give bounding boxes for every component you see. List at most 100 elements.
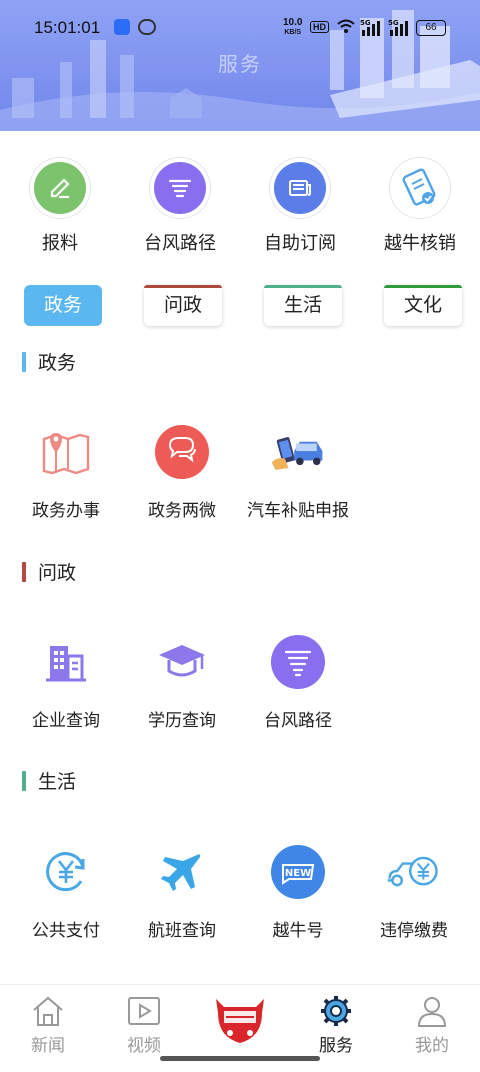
service-education-query[interactable]: 学历查询 bbox=[122, 632, 242, 731]
signal-icon: 5G bbox=[360, 19, 380, 36]
edit-icon bbox=[34, 162, 86, 214]
nav-label: 新闻 bbox=[31, 1036, 65, 1055]
chat-bubbles-icon bbox=[152, 422, 212, 482]
tab-label: 问政 bbox=[163, 295, 202, 316]
header-banner: 15:01:01 10.0 KB/S HD 5G 5G 66 服务 bbox=[0, 0, 480, 131]
typhoon-icon bbox=[268, 632, 328, 692]
quick-action-ring bbox=[389, 157, 451, 219]
section-title-text: 生活 bbox=[38, 772, 77, 793]
status-time: 15:01:01 bbox=[34, 18, 101, 37]
service-label: 学历查询 bbox=[148, 711, 216, 730]
page-title: 服务 bbox=[218, 54, 262, 76]
nav-service[interactable]: 服务 bbox=[288, 993, 384, 1056]
service-company-query[interactable]: 企业查询 bbox=[6, 632, 126, 731]
gear-icon bbox=[318, 993, 354, 1029]
signal-label: 5G bbox=[388, 19, 399, 27]
service-yueniu-account[interactable]: NEW 越牛号 bbox=[238, 842, 358, 941]
category-tabs: 政务 问政 生活 文化 bbox=[0, 285, 480, 327]
service-typhoon-path[interactable]: 台风路径 bbox=[238, 632, 358, 731]
network-speed-unit: KB/S bbox=[284, 29, 302, 36]
section-title-zhengwu: 政务 bbox=[22, 348, 76, 375]
yuan-pay-icon bbox=[36, 842, 96, 902]
car-phone-icon bbox=[268, 422, 328, 482]
app-notification-icon bbox=[114, 19, 130, 35]
nav-app-logo[interactable] bbox=[192, 995, 288, 1047]
nav-video[interactable]: 视频 bbox=[96, 993, 192, 1056]
quick-action-subscribe[interactable]: 自助订阅 bbox=[240, 157, 360, 255]
tab-wenzheng[interactable]: 问政 bbox=[144, 285, 222, 326]
service-flight-query[interactable]: 航班查询 bbox=[122, 842, 242, 941]
quick-action-baoliao[interactable]: 报料 bbox=[0, 157, 120, 255]
battery-icon: 66 bbox=[416, 20, 446, 36]
nav-label: 我的 bbox=[415, 1036, 449, 1055]
quick-action-ring bbox=[269, 157, 331, 219]
section-title-wenzheng: 问政 bbox=[22, 558, 76, 585]
status-bar: 15:01:01 10.0 KB/S HD 5G 5G 66 bbox=[0, 14, 480, 42]
nav-mine[interactable]: 我的 bbox=[384, 993, 480, 1056]
tab-label: 文化 bbox=[403, 295, 442, 316]
video-icon bbox=[126, 993, 162, 1029]
home-indicator[interactable] bbox=[160, 1056, 320, 1061]
tab-zhengwu[interactable]: 政务 bbox=[24, 285, 102, 326]
service-parking-fine[interactable]: 违停缴费 bbox=[354, 842, 474, 941]
building-icon bbox=[36, 632, 96, 692]
tab-accent-line bbox=[264, 285, 342, 288]
service-label: 航班查询 bbox=[148, 921, 216, 940]
car-yuan-icon bbox=[384, 842, 444, 902]
hd-icon: HD bbox=[310, 21, 329, 33]
quick-action-ring bbox=[29, 157, 91, 219]
quick-action-ring bbox=[149, 157, 211, 219]
quick-action-verify[interactable]: 越牛核销 bbox=[360, 157, 480, 255]
nav-label: 服务 bbox=[319, 1036, 353, 1055]
app-notification-icon bbox=[138, 19, 156, 35]
section-title-shenghuo: 生活 bbox=[22, 767, 76, 794]
graduation-cap-icon bbox=[152, 632, 212, 692]
quick-action-label: 自助订阅 bbox=[264, 233, 336, 253]
network-speed: 10.0 KB/S bbox=[283, 18, 302, 37]
tab-accent-line bbox=[144, 285, 222, 288]
newspaper-icon bbox=[274, 162, 326, 214]
new-badge-icon: NEW bbox=[268, 842, 328, 902]
service-label: 政务两微 bbox=[148, 501, 216, 520]
tab-wenhua[interactable]: 文化 bbox=[384, 285, 462, 326]
service-label: 公共支付 bbox=[32, 921, 100, 940]
signal-icon: 5G bbox=[388, 19, 408, 36]
quick-action-label: 报料 bbox=[42, 233, 78, 253]
quick-actions: 报料 台风路径 自助订阅 越牛核销 bbox=[0, 157, 480, 257]
tab-shenghuo[interactable]: 生活 bbox=[264, 285, 342, 326]
nav-label: 视频 bbox=[127, 1036, 161, 1055]
svg-text:NEW: NEW bbox=[285, 868, 311, 879]
nav-news[interactable]: 新闻 bbox=[0, 993, 96, 1056]
wifi-icon bbox=[337, 19, 355, 33]
tab-label: 生活 bbox=[283, 295, 322, 316]
service-label: 企业查询 bbox=[32, 711, 100, 730]
user-icon bbox=[414, 993, 450, 1029]
service-label: 越牛号 bbox=[272, 921, 324, 940]
section-accent-bar bbox=[22, 562, 26, 582]
home-icon bbox=[30, 993, 66, 1029]
ticket-icon bbox=[394, 162, 446, 214]
service-label: 违停缴费 bbox=[380, 921, 448, 940]
service-zhengwu-liangwei[interactable]: 政务两微 bbox=[122, 422, 242, 521]
airplane-icon bbox=[152, 842, 212, 902]
quick-action-label: 越牛核销 bbox=[384, 233, 456, 253]
map-pin-icon bbox=[36, 422, 96, 482]
section-title-text: 政务 bbox=[38, 353, 77, 374]
service-label: 汽车补贴申报 bbox=[247, 501, 349, 520]
network-speed-value: 10.0 bbox=[283, 17, 303, 28]
signal-label: 5G bbox=[360, 19, 371, 27]
quick-action-typhoon[interactable]: 台风路径 bbox=[120, 157, 240, 255]
section-title-text: 问政 bbox=[38, 563, 77, 584]
tab-label: 政务 bbox=[43, 295, 82, 316]
service-zhengwu-banshi[interactable]: 政务办事 bbox=[6, 422, 126, 521]
typhoon-icon bbox=[154, 162, 206, 214]
tab-accent-line bbox=[384, 285, 462, 288]
app-logo-icon bbox=[212, 995, 268, 1045]
section-accent-bar bbox=[22, 771, 26, 791]
service-car-subsidy[interactable]: 汽车补贴申报 bbox=[238, 422, 358, 521]
quick-action-label: 台风路径 bbox=[144, 233, 216, 253]
service-label: 台风路径 bbox=[264, 711, 332, 730]
section-accent-bar bbox=[22, 352, 26, 372]
service-label: 政务办事 bbox=[32, 501, 100, 520]
service-public-payment[interactable]: 公共支付 bbox=[6, 842, 126, 941]
